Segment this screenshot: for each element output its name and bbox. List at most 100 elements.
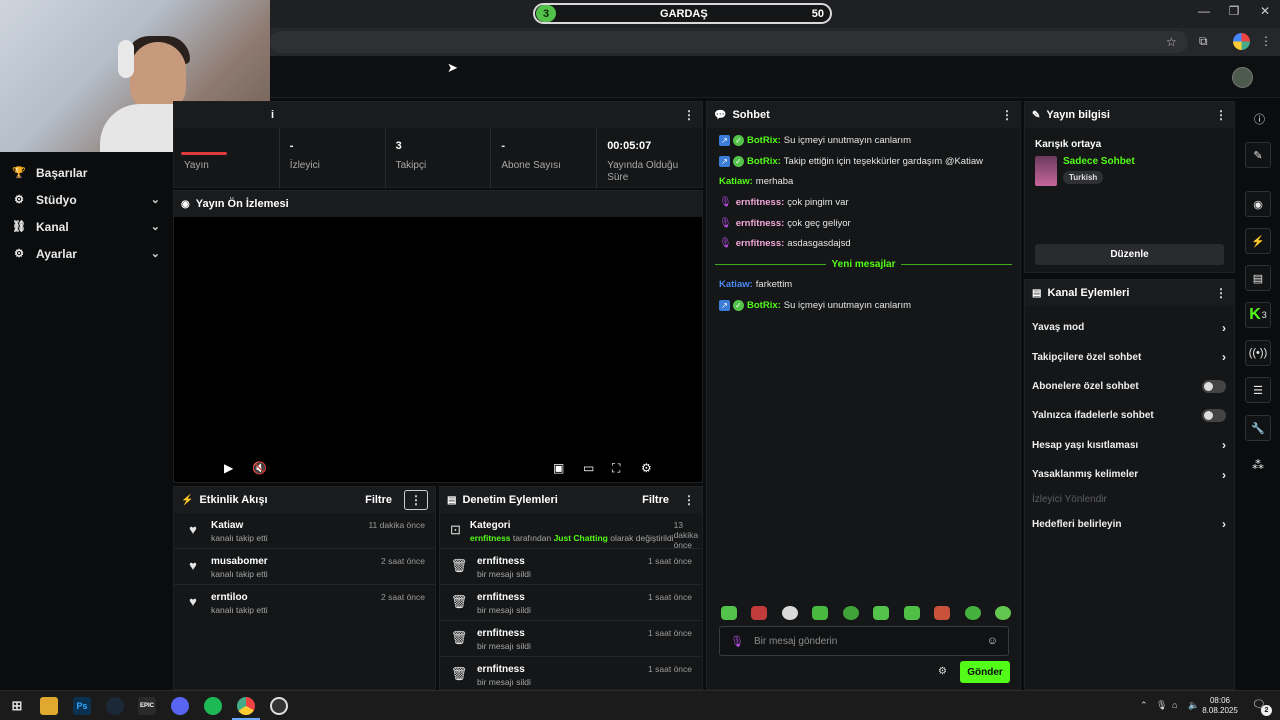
wrench-icon: 🔧 (1251, 422, 1265, 435)
chat-message: 🎙 ernfitness: çok geç geliyor (719, 217, 851, 229)
tag-pill: Turkish (1063, 171, 1104, 184)
chrome-icon[interactable] (237, 697, 255, 715)
more-vert-icon[interactable]: ⋮ (683, 493, 695, 507)
xp-level-pill[interactable]: 3 GARDAŞ 50 (533, 3, 832, 24)
edit-button[interactable]: Düzenle (1035, 244, 1224, 265)
action-followers-only[interactable]: Takipçilere özel sohbet › (1025, 342, 1234, 371)
more-vert-icon[interactable]: ⋮ (1001, 108, 1013, 122)
tray-chevron-icon[interactable]: ⌃ (1140, 700, 1148, 711)
emote-icon[interactable] (842, 606, 859, 620)
photoshop-icon[interactable]: Ps (73, 697, 91, 715)
epic-games-icon[interactable]: EPIC (138, 697, 156, 715)
list-item: ♥ musabomer kanalı takip etti 2 saat önce (174, 549, 435, 585)
action-set-goals[interactable]: Hedefleri belirleyin › (1025, 509, 1234, 538)
notification-count-badge: 2 (1261, 705, 1272, 716)
stat-yayin: Yayın (174, 128, 280, 188)
sidebar: 🏆 Başarılar ⚙ Stüdyo ⌄ ⛓ Kanal ⌄ ⚙ Ayarl… (0, 152, 172, 690)
studio-icon: ⚙ (14, 194, 24, 206)
emote-icon[interactable] (873, 606, 890, 620)
more-vert-icon[interactable]: ⋮ (1260, 34, 1272, 48)
rail-broadcast-button[interactable]: ((•)) (1245, 340, 1271, 366)
subscribers-only-toggle[interactable] (1202, 379, 1226, 393)
theater-icon[interactable]: ▭ (583, 461, 594, 475)
send-button[interactable]: Gönder (960, 661, 1010, 683)
rail-activity-button[interactable]: ⚡ (1245, 228, 1271, 254)
emotes-only-toggle[interactable] (1202, 409, 1226, 423)
spotify-icon[interactable] (204, 697, 222, 715)
chat-message: 🎙 ernfitness: çok pingim var (719, 196, 849, 208)
emote-icon[interactable] (812, 606, 829, 620)
sidebar-item-kanal[interactable]: ⛓ Kanal ⌄ (0, 213, 172, 240)
info-icon[interactable]: ⓘ (1254, 111, 1265, 127)
sidebar-item-basarilar[interactable]: 🏆 Başarılar (0, 159, 172, 186)
rail-tools-button[interactable]: 🔧 (1245, 415, 1271, 441)
tray-mic-icon[interactable]: 🎙 (1156, 700, 1167, 711)
mute-icon[interactable]: 🔇 (252, 461, 267, 475)
share-icon[interactable]: ⁂ (1252, 458, 1264, 472)
emote-icon[interactable] (781, 606, 798, 620)
rail-layout-button[interactable]: ☰ (1245, 377, 1271, 403)
obs-icon[interactable] (270, 697, 288, 715)
chat-panel: 💬 Sohbet ⋮ ↗ ✓ BotRix: Su içmeyi unutmayın … (706, 101, 1021, 690)
stream-title: Karışık ortaya (1035, 139, 1102, 150)
sidebar-item-studyo[interactable]: ⚙ Stüdyo ⌄ (0, 186, 172, 213)
live-progress-bar (181, 152, 227, 155)
chevron-down-icon: ⌄ (150, 194, 160, 206)
chat-settings-icon[interactable]: ⚙ (938, 666, 947, 677)
emote-icon[interactable] (721, 606, 737, 620)
more-vert-icon[interactable]: ⋮ (1215, 108, 1227, 122)
close-icon[interactable]: ✕ (1250, 4, 1280, 18)
more-vert-icon[interactable]: ⋮ (404, 490, 428, 510)
star-icon[interactable]: ☆ (1166, 35, 1177, 49)
emoji-icon[interactable]: ☺ (987, 635, 998, 647)
settings-icon[interactable]: ⚙ (641, 461, 652, 475)
video-player[interactable]: ▶ 🔇 ▣ ▭ ⛶ ⚙ (174, 217, 702, 482)
sidebar-item-ayarlar[interactable]: ⚙ Ayarlar ⌄ (0, 240, 172, 267)
chevron-down-icon: ⌄ (150, 248, 160, 260)
chevron-down-icon: ⌄ (150, 221, 160, 233)
filter-button[interactable]: Filtre (642, 494, 669, 506)
restore-icon[interactable]: ❐ (1219, 4, 1249, 18)
list-item: 🗑 ernfitness bir mesajı sildi 1 saat önce (440, 549, 702, 585)
extensions-icon[interactable]: ⧉ (1199, 34, 1208, 49)
rail-kick-button[interactable]: K3 (1245, 302, 1271, 328)
chevron-right-icon: › (1222, 350, 1226, 365)
action-banned-words[interactable]: Yasaklanmış kelimeler › (1025, 460, 1234, 489)
address-bar[interactable] (270, 31, 1188, 53)
mic-icon[interactable]: 🎙 (730, 635, 744, 648)
action-account-age[interactable]: Hesap yaşı kısıtlaması › (1025, 431, 1234, 460)
play-icon[interactable]: ▶ (224, 461, 233, 475)
file-explorer-icon[interactable] (40, 697, 58, 715)
category-name[interactable]: Sadece Sohbet (1063, 156, 1135, 167)
discord-icon[interactable] (171, 697, 189, 715)
network-icon[interactable]: ⌂ (1172, 700, 1177, 710)
chat-input[interactable]: Bir mesaj gönderin (754, 636, 987, 647)
chevron-right-icon: › (1222, 320, 1226, 335)
bot-badge-icon: ↗ (719, 134, 730, 146)
profile-avatar[interactable] (1233, 33, 1250, 50)
mouse-cursor-icon: ➤ (447, 60, 458, 75)
bot-badge-icon: ↗ (719, 299, 730, 311)
windows-start-icon[interactable]: ⊞ (8, 697, 26, 715)
gear-icon: ⚙ (14, 248, 24, 260)
action-slow-mode[interactable]: Yavaş mod › (1025, 313, 1234, 342)
chat-input-box[interactable]: 🎙 Bir mesaj gönderin ☺ (719, 626, 1009, 656)
emote-icon[interactable] (934, 606, 951, 620)
pip-icon[interactable]: ▣ (553, 461, 564, 475)
steam-icon[interactable] (106, 697, 124, 715)
taskbar (0, 690, 1280, 720)
more-vert-icon[interactable]: ⋮ (683, 108, 695, 122)
emote-icon[interactable] (964, 606, 981, 620)
emote-icon[interactable] (903, 606, 920, 620)
user-avatar[interactable] (1232, 67, 1253, 88)
clock[interactable]: 08:06 8.08.2025 (1198, 696, 1242, 716)
minimize-icon[interactable]: — (1189, 4, 1219, 18)
emote-icon[interactable] (994, 606, 1011, 620)
rail-preview-button[interactable]: ◉ (1245, 191, 1271, 217)
rail-edit-button[interactable]: ✎ (1245, 142, 1271, 168)
rail-log-button[interactable]: ▤ (1245, 265, 1271, 291)
more-vert-icon[interactable]: ⋮ (1215, 286, 1227, 300)
fullscreen-icon[interactable]: ⛶ (612, 461, 620, 476)
emote-icon[interactable] (751, 606, 768, 620)
filter-button[interactable]: Filtre (365, 494, 392, 506)
